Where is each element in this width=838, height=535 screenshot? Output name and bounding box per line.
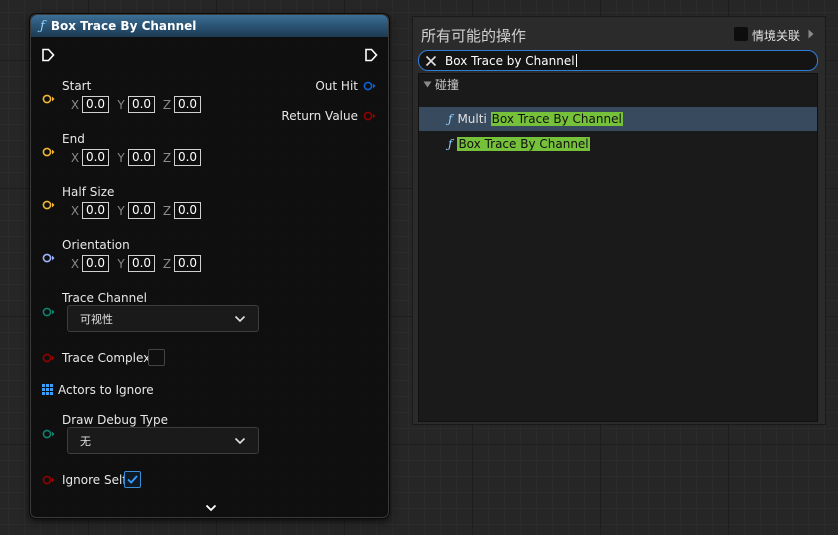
category-collision[interactable]: 碰撞: [423, 76, 459, 93]
expand-advanced-icon[interactable]: [205, 504, 217, 512]
end-x-input[interactable]: 0.0: [82, 149, 109, 166]
end-vector: X 0.0 Y 0.0 Z 0.0: [70, 149, 208, 166]
end-y-input[interactable]: 0.0: [128, 149, 155, 166]
checkmark-icon: [127, 475, 138, 484]
chevron-down-icon: [234, 315, 246, 322]
chevron-right-icon[interactable]: [808, 29, 814, 39]
trace-channel-pin[interactable]: [42, 307, 55, 317]
half-size-x-input[interactable]: 0.0: [82, 202, 109, 219]
action-menu: 所有可能的操作 情境关联 Box Trace by Channel 碰撞 ƒ M…: [412, 16, 826, 425]
axis-y-label: Y: [117, 150, 125, 165]
ignore-self-pin[interactable]: [42, 475, 55, 485]
trace-channel-label: Trace Channel: [62, 291, 147, 305]
axis-z-label: Z: [162, 203, 172, 218]
half-size-y-input[interactable]: 0.0: [128, 202, 155, 219]
node-header[interactable]: ƒ Box Trace By Channel: [31, 15, 388, 37]
trace-complex-label: Trace Complex: [62, 351, 151, 365]
out-hit-label: Out Hit: [315, 79, 358, 93]
search-match-highlight: Box Trace By Channel: [457, 137, 590, 151]
action-item-box-trace[interactable]: ƒ Box Trace By Channel: [419, 132, 817, 156]
draw-debug-type-label: Draw Debug Type: [62, 413, 168, 427]
trace-complex-checkbox[interactable]: [148, 349, 165, 366]
function-icon: ƒ: [448, 112, 453, 126]
return-value-label: Return Value: [281, 109, 358, 123]
action-item-prefix: Multi: [457, 112, 491, 126]
draw-debug-type-value: 无: [80, 434, 91, 448]
end-z-input[interactable]: 0.0: [174, 149, 201, 166]
context-sensitive-checkbox[interactable]: [734, 27, 748, 41]
category-label: 碰撞: [435, 78, 460, 92]
start-label: Start: [62, 79, 92, 93]
exec-out-pin[interactable]: [364, 48, 378, 62]
box-trace-node[interactable]: ƒ Box Trace By Channel Start X 0.0 Y 0.0…: [29, 13, 390, 519]
axis-y-label: Y: [117, 256, 125, 271]
orientation-y-input[interactable]: 0.0: [128, 255, 155, 272]
half-size-vector: X 0.0 Y 0.0 Z 0.0: [70, 202, 208, 219]
array-pin-icon[interactable]: [42, 384, 53, 395]
end-label: End: [62, 132, 85, 146]
clear-search-icon[interactable]: [425, 55, 437, 67]
action-list: 碰撞 ƒ Multi Box Trace By Channel ƒ Box Tr…: [418, 73, 818, 422]
axis-x-label: X: [70, 256, 80, 271]
actors-to-ignore-label: Actors to Ignore: [58, 383, 154, 397]
search-match-highlight: Box Trace By Channel: [490, 112, 623, 126]
start-vector: X 0.0 Y 0.0 Z 0.0: [70, 96, 208, 113]
trace-complex-pin[interactable]: [42, 353, 55, 363]
axis-x-label: X: [70, 97, 80, 112]
orientation-pin[interactable]: [42, 253, 55, 263]
orientation-vector: X 0.0 Y 0.0 Z 0.0: [70, 255, 208, 272]
node-title: Box Trace By Channel: [50, 19, 197, 33]
exec-in-pin[interactable]: [41, 48, 55, 62]
axis-y-label: Y: [117, 203, 125, 218]
orientation-label: Orientation: [62, 238, 130, 252]
function-icon: ƒ: [448, 137, 453, 151]
trace-channel-dropdown[interactable]: 可视性: [67, 305, 259, 332]
text-caret: [575, 54, 577, 67]
start-z-input[interactable]: 0.0: [174, 96, 201, 113]
orientation-x-input[interactable]: 0.0: [82, 255, 109, 272]
end-pin[interactable]: [42, 147, 55, 157]
axis-z-label: Z: [162, 97, 172, 112]
return-value-pin[interactable]: [363, 111, 376, 121]
collapse-triangle-icon[interactable]: [423, 81, 432, 88]
start-y-input[interactable]: 0.0: [128, 96, 155, 113]
axis-x-label: X: [70, 150, 80, 165]
half-size-pin[interactable]: [42, 200, 55, 210]
half-size-label: Half Size: [62, 185, 115, 199]
search-text: Box Trace by Channel: [445, 53, 575, 68]
start-x-input[interactable]: 0.0: [82, 96, 109, 113]
context-sensitive-label: 情境关联: [752, 29, 801, 43]
half-size-z-input[interactable]: 0.0: [174, 202, 201, 219]
ignore-self-label: Ignore Self: [62, 473, 127, 487]
ignore-self-checkbox[interactable]: [124, 471, 141, 488]
function-icon: ƒ: [40, 18, 45, 34]
axis-z-label: Z: [162, 256, 172, 271]
orientation-z-input[interactable]: 0.0: [174, 255, 201, 272]
action-menu-title: 所有可能的操作: [421, 27, 527, 45]
search-input[interactable]: Box Trace by Channel: [418, 50, 818, 71]
draw-debug-type-dropdown[interactable]: 无: [67, 427, 259, 454]
draw-debug-type-pin[interactable]: [42, 429, 55, 439]
out-hit-pin[interactable]: [363, 81, 376, 91]
trace-channel-value: 可视性: [80, 312, 113, 326]
action-item-multi-box-trace[interactable]: ƒ Multi Box Trace By Channel: [419, 107, 817, 131]
chevron-down-icon: [234, 437, 246, 444]
axis-y-label: Y: [117, 97, 125, 112]
start-pin[interactable]: [42, 94, 55, 104]
axis-x-label: X: [70, 203, 80, 218]
axis-z-label: Z: [162, 150, 172, 165]
